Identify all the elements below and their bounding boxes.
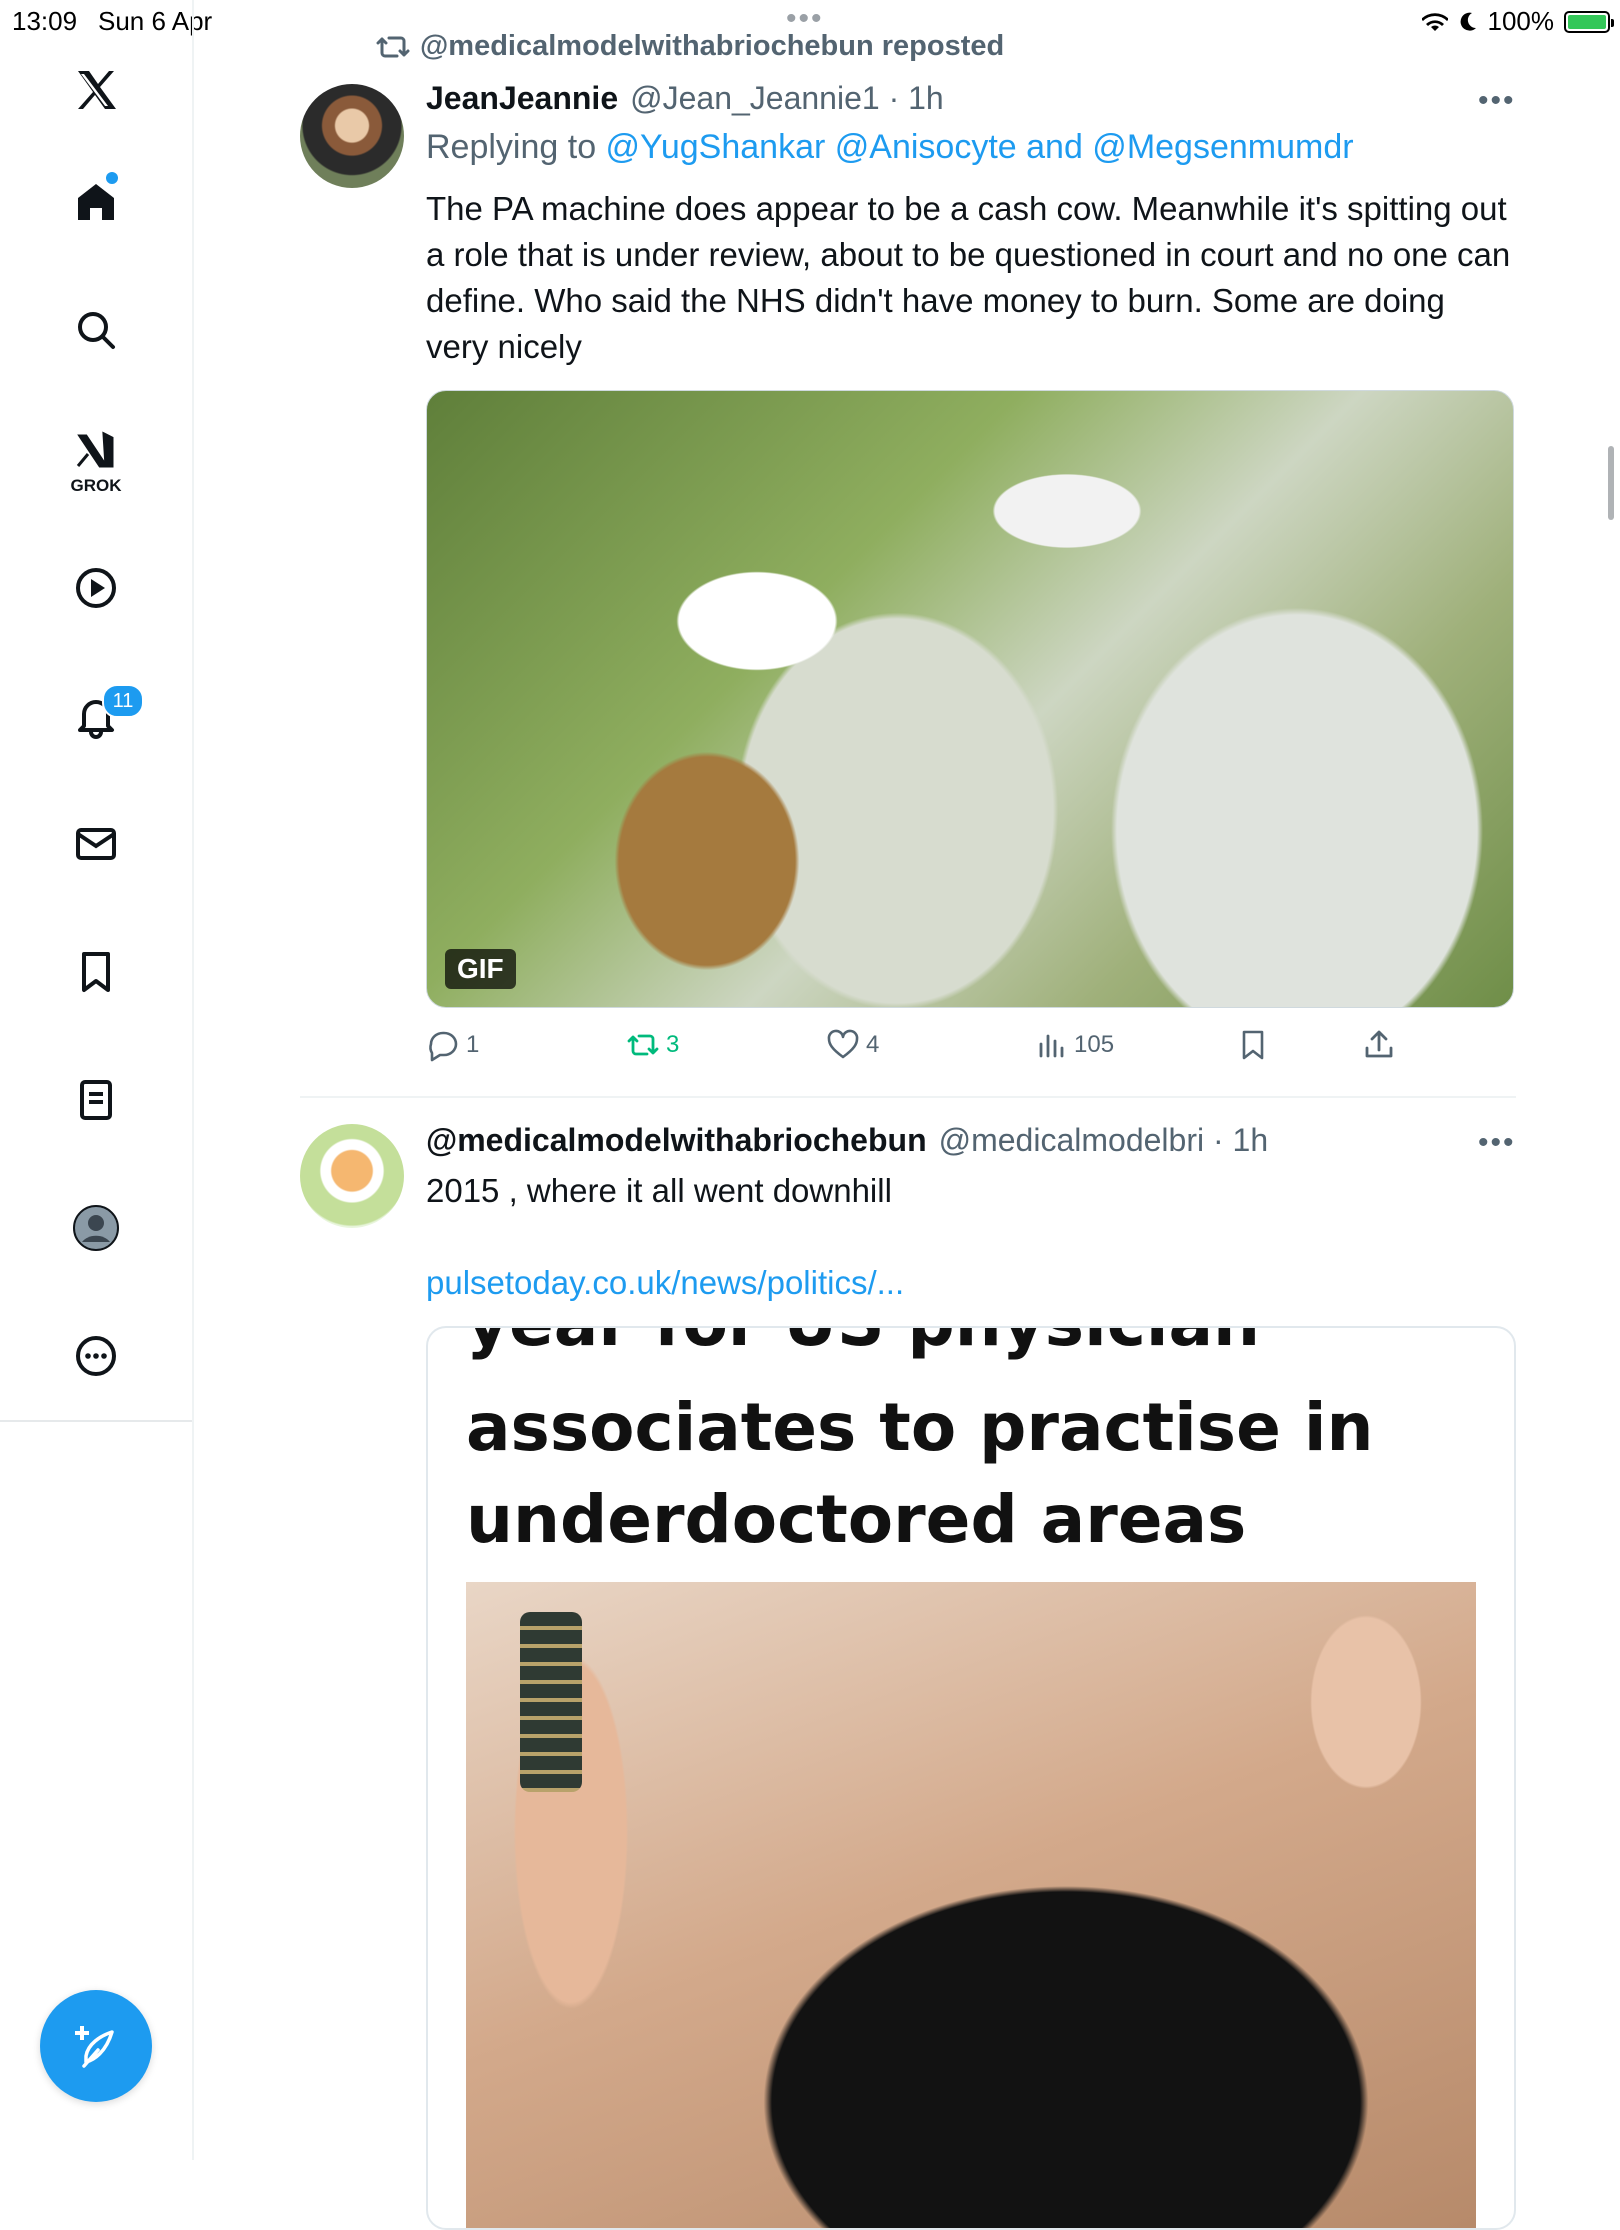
tweet-text: The PA machine does appear to be a cash … (426, 190, 1511, 365)
heart-icon (827, 1029, 859, 1059)
repost-text[interactable]: @medicalmodelwithabriochebun reposted (420, 30, 1004, 63)
tweet-more-button[interactable]: ••• (1478, 84, 1516, 118)
share-button[interactable] (1362, 1028, 1396, 1062)
card-image (466, 1582, 1476, 2228)
watch-strap (520, 1612, 582, 1792)
x-logo-icon[interactable] (56, 50, 136, 130)
author-handle[interactable]: @Jean_Jeannie1 · 1h (630, 80, 944, 117)
sidebar-nav: GROK 11 (0, 0, 194, 2160)
notification-count-badge: 11 (102, 684, 144, 718)
scrollbar-thumb[interactable] (1608, 446, 1614, 520)
feather-plus-icon (75, 2026, 114, 2068)
gif-badge: GIF (445, 949, 516, 989)
status-indicators: 100% (1421, 6, 1614, 37)
card-clipped-headline: year for US physician (466, 1328, 1260, 1356)
replying-to-handles[interactable]: @YugShankar @Anisocyte and @Megsenmumdr (606, 128, 1354, 166)
messages-envelope-icon[interactable] (56, 804, 136, 884)
replying-to: Replying to @YugShankar @Anisocyte and @… (426, 128, 1354, 167)
compose-post-button[interactable] (40, 1990, 152, 2102)
repost-icon (376, 36, 410, 57)
search-icon[interactable] (56, 290, 136, 370)
profile-avatar-icon[interactable] (56, 1188, 136, 1268)
reply-count: 1 (466, 1031, 480, 1058)
link-preview-card[interactable]: year for US physician associates to prac… (426, 1326, 1516, 2230)
reply-button[interactable]: 1 (426, 1028, 479, 1062)
tweet-action-bar: 1 3 4 105 (426, 1028, 1516, 1068)
tweet-header: JeanJeannie @Jean_Jeannie1 · 1h (426, 80, 944, 117)
tweet-divider (300, 1096, 1516, 1098)
reply-bubble-icon (429, 1031, 458, 1062)
tweet-gif-media[interactable]: GIF (426, 390, 1514, 1008)
grok-label: GROK (70, 476, 122, 495)
tweet-author-avatar[interactable] (300, 1124, 404, 1228)
repost-icon (627, 1034, 659, 1056)
repost-count: 3 (666, 1031, 680, 1058)
tweet-text: 2015 , where it all went downhill (426, 1172, 892, 1209)
replying-prefix: Replying to (426, 128, 606, 166)
like-count: 4 (866, 1031, 880, 1058)
tweet-link[interactable]: pulsetoday.co.uk/news/politics/... (426, 1264, 904, 1302)
moon-icon (1460, 12, 1476, 31)
sidebar-divider (0, 1420, 192, 1422)
home-unread-dot (106, 172, 118, 184)
bookmark-icon (1242, 1030, 1264, 1060)
tweet-more-button[interactable]: ••• (1478, 1126, 1516, 1160)
author-handle[interactable]: @medicalmodelbri · 1h (939, 1122, 1269, 1159)
tweet-header: @medicalmodelwithabriochebun @medicalmod… (426, 1122, 1268, 1159)
repost-button[interactable]: 3 (626, 1028, 679, 1062)
tweet-author-avatar[interactable] (300, 84, 404, 188)
views-bar-chart-icon (1039, 1034, 1064, 1058)
author-name[interactable]: @medicalmodelwithabriochebun (426, 1122, 927, 1159)
views-button[interactable]: 105 (1034, 1028, 1114, 1062)
like-button[interactable]: 4 (826, 1028, 879, 1062)
more-options-icon[interactable] (56, 1316, 136, 1396)
wifi-icon (1421, 12, 1448, 31)
battery-icon (1564, 10, 1614, 33)
bookmark-button[interactable] (1236, 1028, 1270, 1062)
home-icon[interactable] (56, 162, 136, 242)
card-headline: associates to practise in underdoctored … (466, 1389, 1374, 1558)
bookmark-icon[interactable] (56, 932, 136, 1012)
repost-indicator: @medicalmodelwithabriochebun reposted (376, 30, 1004, 63)
author-name[interactable]: JeanJeannie (426, 80, 618, 117)
video-play-icon[interactable] (56, 548, 136, 628)
lists-icon[interactable] (56, 1060, 136, 1140)
share-upload-icon (1365, 1030, 1393, 1058)
view-count: 105 (1074, 1031, 1115, 1058)
battery-percent: 100% (1487, 6, 1555, 36)
